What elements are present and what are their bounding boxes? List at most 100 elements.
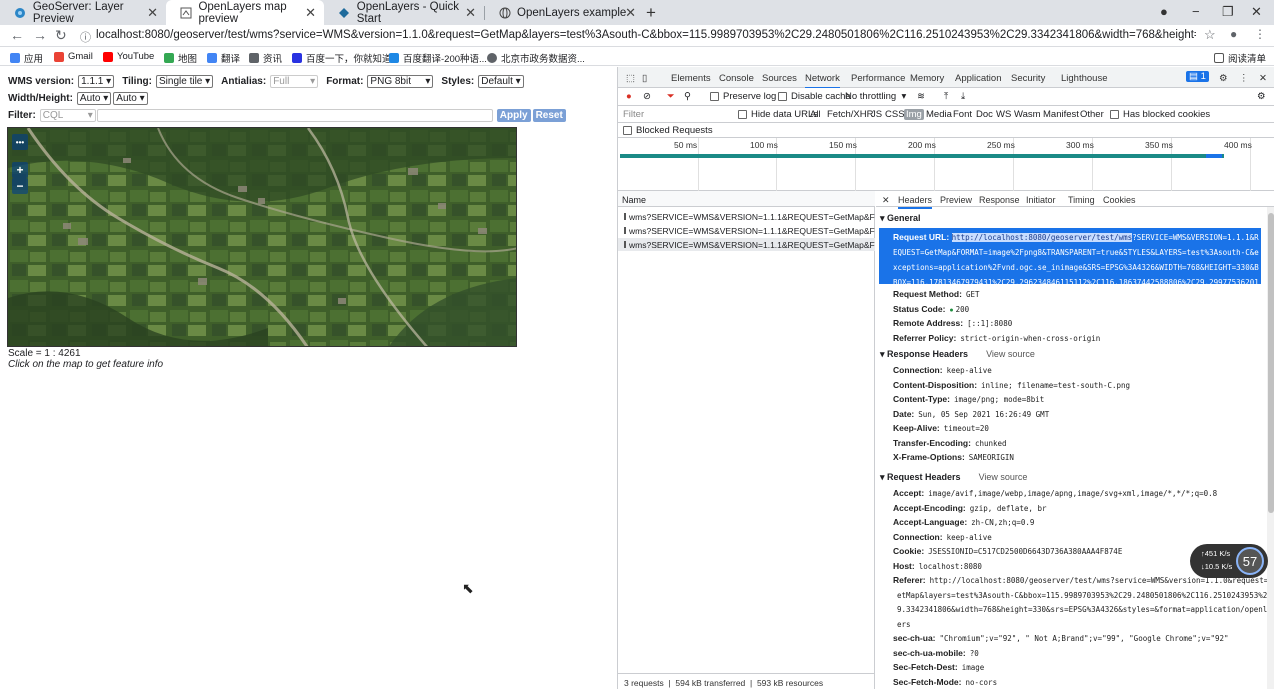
clear-icon[interactable]: ⊘ [643, 91, 651, 102]
type-filter-fetch-xhr[interactable]: Fetch/XHR [827, 109, 873, 120]
devtools-menu-icon[interactable]: ⋮ [1239, 73, 1249, 84]
type-filter-img[interactable]: Img [904, 109, 924, 120]
detail-tab-response[interactable]: Response [979, 195, 1020, 205]
devtools-tab-elements[interactable]: Elements [671, 73, 711, 84]
type-filter-css[interactable]: CSS [885, 109, 905, 120]
account-icon[interactable]: ● [1230, 27, 1237, 41]
record-icon[interactable]: ● [626, 91, 632, 102]
zoom-out-button[interactable]: − [12, 178, 28, 194]
type-filter-media[interactable]: Media [926, 109, 952, 120]
type-filter-font[interactable]: Font [953, 109, 972, 120]
bookmark-translate[interactable]: 翻译 [207, 51, 240, 65]
settings-gear-icon[interactable]: ⚙ [1219, 73, 1228, 84]
type-filter-doc[interactable]: Doc [976, 109, 993, 120]
devtools-tab-console[interactable]: Console [719, 73, 754, 84]
detail-tab-headers[interactable]: Headers [898, 195, 933, 209]
network-filter-input[interactable]: Filter [623, 109, 733, 120]
styles-select[interactable]: Default ▾ [478, 75, 524, 88]
close-tab-icon[interactable]: ✕ [465, 5, 476, 21]
new-tab-icon[interactable]: + [646, 3, 656, 23]
name-column-header[interactable]: Name [618, 191, 875, 207]
bookmark-beijing-data[interactable]: 北京市政务数据资... [487, 51, 585, 65]
tab-openlayers-quick-start[interactable]: OpenLayers - Quick Start ✕ [324, 0, 484, 25]
width-select[interactable]: Auto ▾ [76, 92, 112, 105]
type-filter-js[interactable]: JS [871, 109, 882, 120]
filter-input[interactable] [96, 109, 493, 122]
bookmark-baidu[interactable]: 百度一下，你就知道 [292, 51, 392, 65]
disable-cache-checkbox[interactable]: Disable cache [778, 91, 851, 102]
antialias-select[interactable]: Full ▾ [270, 75, 319, 88]
devtools-tab-application[interactable]: Application [955, 73, 1001, 84]
forward-icon[interactable]: → [33, 27, 47, 43]
close-tab-icon[interactable]: ✕ [147, 5, 158, 21]
profile-record-icon[interactable]: ● [1160, 4, 1168, 19]
minimize-icon[interactable]: − [1192, 4, 1200, 19]
filter-funnel-icon[interactable]: ⏷ [667, 91, 675, 102]
throttling-select[interactable]: No throttling ▾ [845, 91, 906, 102]
bookmark-star-icon[interactable]: ☆ [1204, 27, 1216, 43]
type-filter-other[interactable]: Other [1080, 109, 1104, 120]
close-detail-icon[interactable]: ✕ [882, 195, 890, 206]
detail-tab-cookies[interactable]: Cookies [1103, 195, 1136, 205]
bookmark-news[interactable]: 资讯 [249, 51, 282, 65]
reset-button[interactable]: Reset [532, 109, 566, 122]
request-headers-section-header[interactable]: ▾ Request Headers View source [880, 472, 1027, 483]
type-filter-manifest[interactable]: Manifest [1043, 109, 1079, 120]
devtools-tab-lighthouse[interactable]: Lighthouse [1061, 73, 1107, 84]
maximize-icon[interactable]: ❐ [1222, 4, 1234, 20]
detail-tab-initiator[interactable]: Initiator [1026, 195, 1056, 205]
devtools-tab-security[interactable]: Security [1011, 73, 1045, 84]
network-settings-icon[interactable]: ⚙ [1257, 91, 1266, 102]
response-headers-section-header[interactable]: ▾ Response Headers View source [880, 349, 1035, 360]
format-select[interactable]: PNG 8bit ▾ [367, 75, 434, 88]
back-icon[interactable]: ← [10, 27, 24, 43]
devtools-tab-performance[interactable]: Performance [851, 73, 905, 84]
devtools-tab-memory[interactable]: Memory [910, 73, 944, 84]
export-har-icon[interactable]: ⤓ [961, 91, 965, 102]
bookmark-baidu-translate[interactable]: 百度翻译-200种语... [389, 51, 487, 65]
reload-icon[interactable]: ↻ [55, 27, 67, 44]
apply-button[interactable]: Apply [496, 109, 531, 122]
hide-data-urls-checkbox[interactable]: Hide data URLs [738, 109, 818, 120]
view-source-link[interactable]: View source [986, 349, 1035, 359]
request-row[interactable]: wms?SERVICE=WMS&VERSION=1.1.1&REQUEST=Ge… [618, 224, 875, 237]
has-blocked-cookies-checkbox[interactable]: Has blocked cookies [1110, 109, 1210, 120]
wms-version-select[interactable]: 1.1.1 ▾ [78, 75, 115, 88]
search-icon[interactable]: ⚲ [684, 91, 691, 102]
tab-openlayers-example[interactable]: OpenLayers example ✕ [484, 0, 644, 25]
blocked-requests-checkbox[interactable]: Blocked Requests [623, 125, 713, 136]
inspect-element-icon[interactable]: ⬚ [626, 73, 635, 84]
request-row-selected[interactable]: wms?SERVICE=WMS&VERSION=1.1.1&REQUEST=Ge… [618, 238, 875, 251]
issues-badge[interactable]: ▤ 1 [1186, 71, 1209, 82]
bookmark-youtube[interactable]: YouTube [103, 51, 154, 62]
reading-list[interactable]: 阅读清单 [1214, 51, 1266, 65]
filter-type-select[interactable]: CQL ▾ [39, 109, 96, 122]
menu-dots-icon[interactable]: ⋮ [1254, 27, 1266, 41]
map-view[interactable]: ••• + − [7, 127, 517, 347]
type-filter-ws[interactable]: WS [996, 109, 1011, 120]
device-toolbar-icon[interactable]: ▯ [642, 73, 647, 84]
close-tab-icon[interactable]: ✕ [625, 5, 636, 21]
zoom-in-button[interactable]: + [12, 162, 28, 178]
detail-scrollbar[interactable] [1267, 207, 1274, 689]
close-tab-icon[interactable]: ✕ [305, 5, 316, 21]
view-source-link[interactable]: View source [979, 472, 1028, 482]
bookmark-apps[interactable]: 应用 [10, 51, 43, 65]
bookmark-maps[interactable]: 地图 [164, 51, 197, 65]
devtools-tab-network[interactable]: Network [805, 73, 840, 89]
height-select[interactable]: Auto ▾ [113, 92, 148, 105]
general-section-header[interactable]: ▾ General [880, 213, 921, 224]
preserve-log-checkbox[interactable]: Preserve log [710, 91, 776, 102]
devtools-tab-sources[interactable]: Sources [762, 73, 797, 84]
bookmark-gmail[interactable]: Gmail [54, 51, 93, 62]
tab-openlayers-map-preview[interactable]: OpenLayers map preview ✕ [166, 0, 324, 25]
detail-tab-preview[interactable]: Preview [940, 195, 972, 205]
url-field[interactable]: localhost:8080/geoserver/test/wms?servic… [96, 29, 1196, 41]
request-url-row[interactable]: Request URL: http://localhost:8080/geose… [879, 228, 1261, 302]
network-speed-widget[interactable]: ↑451 K/s ↓10.5 K/s 57 [1190, 544, 1268, 578]
network-timeline[interactable]: 50 ms 100 ms 150 ms 200 ms 250 ms 300 ms… [618, 138, 1274, 191]
devtools-close-icon[interactable]: ✕ [1259, 73, 1267, 84]
online-wifi-icon[interactable]: ≋ [917, 91, 925, 102]
tiling-select[interactable]: Single tile ▾ [156, 75, 214, 88]
import-har-icon[interactable]: ⤒ [944, 91, 948, 102]
